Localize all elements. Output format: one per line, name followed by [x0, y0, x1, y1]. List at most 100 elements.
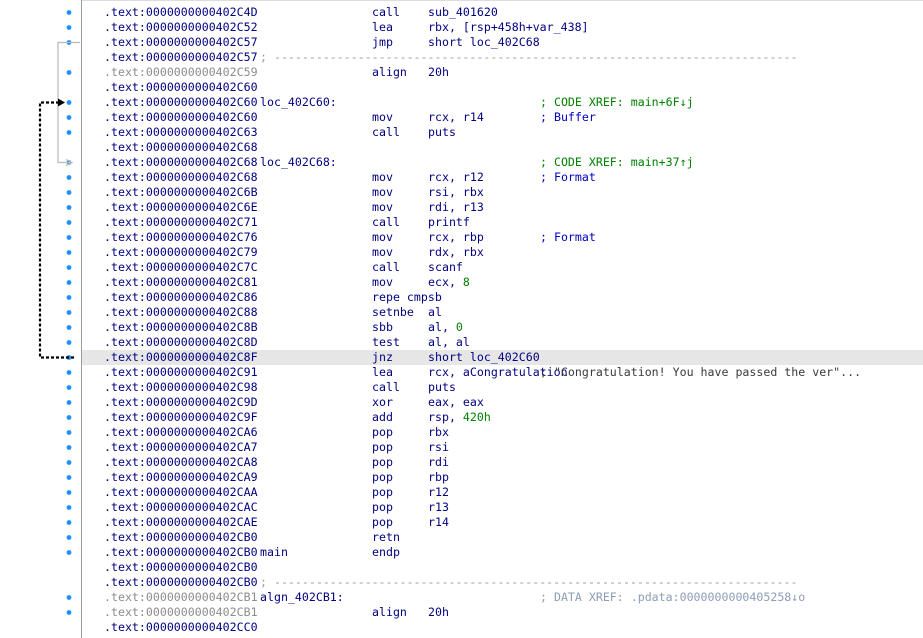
- mnemonic[interactable]: mov: [372, 110, 393, 125]
- operand-immediate[interactable]: 0: [456, 320, 463, 334]
- address[interactable]: .text:0000000000402C68: [104, 170, 258, 185]
- listing-row[interactable]: .text:0000000000402C9D xor eax, eax: [82, 395, 923, 410]
- breakpoint-dot[interactable]: [66, 415, 72, 420]
- operand-immediate[interactable]: 8: [463, 275, 470, 289]
- listing-row[interactable]: .text:0000000000402CB0 main endp: [82, 545, 923, 560]
- operand-text[interactable]: short loc_402C60: [428, 350, 540, 364]
- address[interactable]: .text:0000000000402C60: [104, 80, 258, 95]
- address[interactable]: .text:0000000000402C59: [104, 65, 258, 80]
- operands[interactable]: puts: [428, 380, 456, 395]
- breakpoint-dot[interactable]: [66, 505, 72, 510]
- breakpoint-dot[interactable]: [66, 310, 72, 315]
- address[interactable]: .text:0000000000402C8F: [104, 350, 258, 365]
- address[interactable]: .text:0000000000402C81: [104, 275, 258, 290]
- operands[interactable]: scanf: [428, 260, 463, 275]
- listing-row[interactable]: .text:0000000000402C9F add rsp, 420h: [82, 410, 923, 425]
- listing-row[interactable]: .text:0000000000402CB1 align 20h: [82, 605, 923, 620]
- listing-row[interactable]: .text:0000000000402CAC pop r13: [82, 500, 923, 515]
- mnemonic[interactable]: call: [372, 380, 400, 395]
- address[interactable]: .text:0000000000402C98: [104, 380, 258, 395]
- operand-text[interactable]: rbp: [428, 470, 449, 484]
- listing-row[interactable]: .text:0000000000402CB0: [82, 560, 923, 575]
- address[interactable]: .text:0000000000402C57: [104, 35, 258, 50]
- listing-row[interactable]: .text:0000000000402C8D test al, al: [82, 335, 923, 350]
- mnemonic[interactable]: pop: [372, 455, 393, 470]
- listing-row[interactable]: .text:0000000000402C4D call sub_401620: [82, 5, 923, 20]
- listing-row[interactable]: .text:0000000000402C57; ----------------…: [82, 50, 923, 65]
- address[interactable]: .text:0000000000402C8B: [104, 320, 258, 335]
- breakpoint-dot[interactable]: [66, 370, 72, 375]
- listing-row[interactable]: .text:0000000000402CB1 algn_402CB1: ; DATA…: [82, 590, 923, 605]
- mnemonic[interactable]: pop: [372, 440, 393, 455]
- listing-row[interactable]: .text:0000000000402C86 repe cmpsb: [82, 290, 923, 305]
- listing-row[interactable]: .text:0000000000402CB0; ----------------…: [82, 575, 923, 590]
- breakpoint-dot[interactable]: [66, 130, 72, 135]
- address[interactable]: .text:0000000000402C6B: [104, 185, 258, 200]
- operands[interactable]: r13: [428, 500, 449, 515]
- address[interactable]: .text:0000000000402CA9: [104, 470, 258, 485]
- listing-row[interactable]: .text:0000000000402CB0 retn: [82, 530, 923, 545]
- operand-text[interactable]: puts: [428, 125, 456, 139]
- listing-row[interactable]: .text:0000000000402C79 mov rdx, rbx: [82, 245, 923, 260]
- breakpoint-dot[interactable]: [66, 610, 72, 615]
- mnemonic[interactable]: call: [372, 5, 400, 20]
- listing-row[interactable]: .text:0000000000402CAA pop r12: [82, 485, 923, 500]
- comment[interactable]: ; Format: [540, 230, 596, 245]
- listing-row[interactable]: .text:0000000000402C7C call scanf: [82, 260, 923, 275]
- address[interactable]: .text:0000000000402CB0: [104, 575, 258, 590]
- listing-row[interactable]: .text:0000000000402CA6 pop rbx: [82, 425, 923, 440]
- address[interactable]: .text:0000000000402C60: [104, 95, 258, 110]
- mnemonic[interactable]: pop: [372, 500, 393, 515]
- listing-row[interactable]: .text:0000000000402C71 call printf: [82, 215, 923, 230]
- operand-text[interactable]: rsp,: [428, 410, 463, 424]
- operand-text[interactable]: sub_401620: [428, 5, 498, 19]
- comment[interactable]: ; DATA XREF: .pdata:0000000000405258↓o: [540, 590, 805, 605]
- operand-text[interactable]: short loc_402C68: [428, 35, 540, 49]
- operand-text[interactable]: rdi, r13: [428, 200, 484, 214]
- mnemonic[interactable]: align: [372, 65, 407, 80]
- operands[interactable]: rcx, rbp: [428, 230, 484, 245]
- breakpoint-dot[interactable]: [66, 265, 72, 270]
- operand-text[interactable]: 20h: [428, 65, 449, 79]
- address[interactable]: .text:0000000000402CB1: [104, 605, 258, 620]
- mnemonic[interactable]: endp: [372, 545, 400, 560]
- comment[interactable]: ; Buffer: [540, 110, 596, 125]
- operand-text[interactable]: al: [428, 305, 442, 319]
- operands[interactable]: puts: [428, 125, 456, 140]
- operand-text[interactable]: r14: [428, 515, 449, 529]
- listing-row[interactable]: .text:0000000000402C60 loc_402C60: ; CODE …: [82, 95, 923, 110]
- address[interactable]: .text:0000000000402C8D: [104, 335, 258, 350]
- breakpoint-dot[interactable]: [66, 205, 72, 210]
- address[interactable]: .text:0000000000402C88: [104, 305, 258, 320]
- operand-text[interactable]: rsi, rbx: [428, 185, 484, 199]
- breakpoint-dot[interactable]: [66, 400, 72, 405]
- breakpoint-dot[interactable]: [66, 340, 72, 345]
- listing-row[interactable]: .text:0000000000402C68 loc_402C68: ; CODE …: [82, 155, 923, 170]
- operands[interactable]: short loc_402C68: [428, 35, 540, 50]
- code-label[interactable]: algn_402CB1:: [260, 590, 344, 605]
- disassembly-listing[interactable]: .text:0000000000402C4D call sub_401620 .tex…: [82, 5, 923, 635]
- breakpoint-dot[interactable]: [66, 475, 72, 480]
- address[interactable]: .text:0000000000402CB0: [104, 545, 258, 560]
- operand-text[interactable]: r13: [428, 500, 449, 514]
- operand-text[interactable]: rdi: [428, 455, 449, 469]
- mnemonic[interactable]: test: [372, 335, 400, 350]
- separator-line[interactable]: ; --------------------------------------…: [260, 50, 797, 65]
- operands[interactable]: al, 0: [428, 320, 463, 335]
- operand-text[interactable]: rsi: [428, 440, 449, 454]
- address[interactable]: .text:0000000000402C79: [104, 245, 258, 260]
- listing-row[interactable]: .text:0000000000402C88 setnbe al: [82, 305, 923, 320]
- operands[interactable]: rdi, r13: [428, 200, 484, 215]
- listing-row[interactable]: .text:0000000000402CAE pop r14: [82, 515, 923, 530]
- listing-row[interactable]: .text:0000000000402C76 mov rcx, rbp ; Forma…: [82, 230, 923, 245]
- address[interactable]: .text:0000000000402CB1: [104, 590, 258, 605]
- operand-text[interactable]: rbx, [rsp+458h+var_438]: [428, 20, 589, 34]
- breakpoint-dot[interactable]: [66, 100, 72, 105]
- mnemonic[interactable]: mov: [372, 275, 393, 290]
- listing-row[interactable]: .text:0000000000402C91 lea rcx, aCongratul…: [82, 365, 923, 380]
- mnemonic[interactable]: pop: [372, 485, 393, 500]
- listing-row[interactable]: .text:0000000000402C6B mov rsi, rbx: [82, 185, 923, 200]
- operand-text[interactable]: 20h: [428, 605, 449, 619]
- operands[interactable]: r14: [428, 515, 449, 530]
- listing-row[interactable]: .text:0000000000402C8B sbb al, 0: [82, 320, 923, 335]
